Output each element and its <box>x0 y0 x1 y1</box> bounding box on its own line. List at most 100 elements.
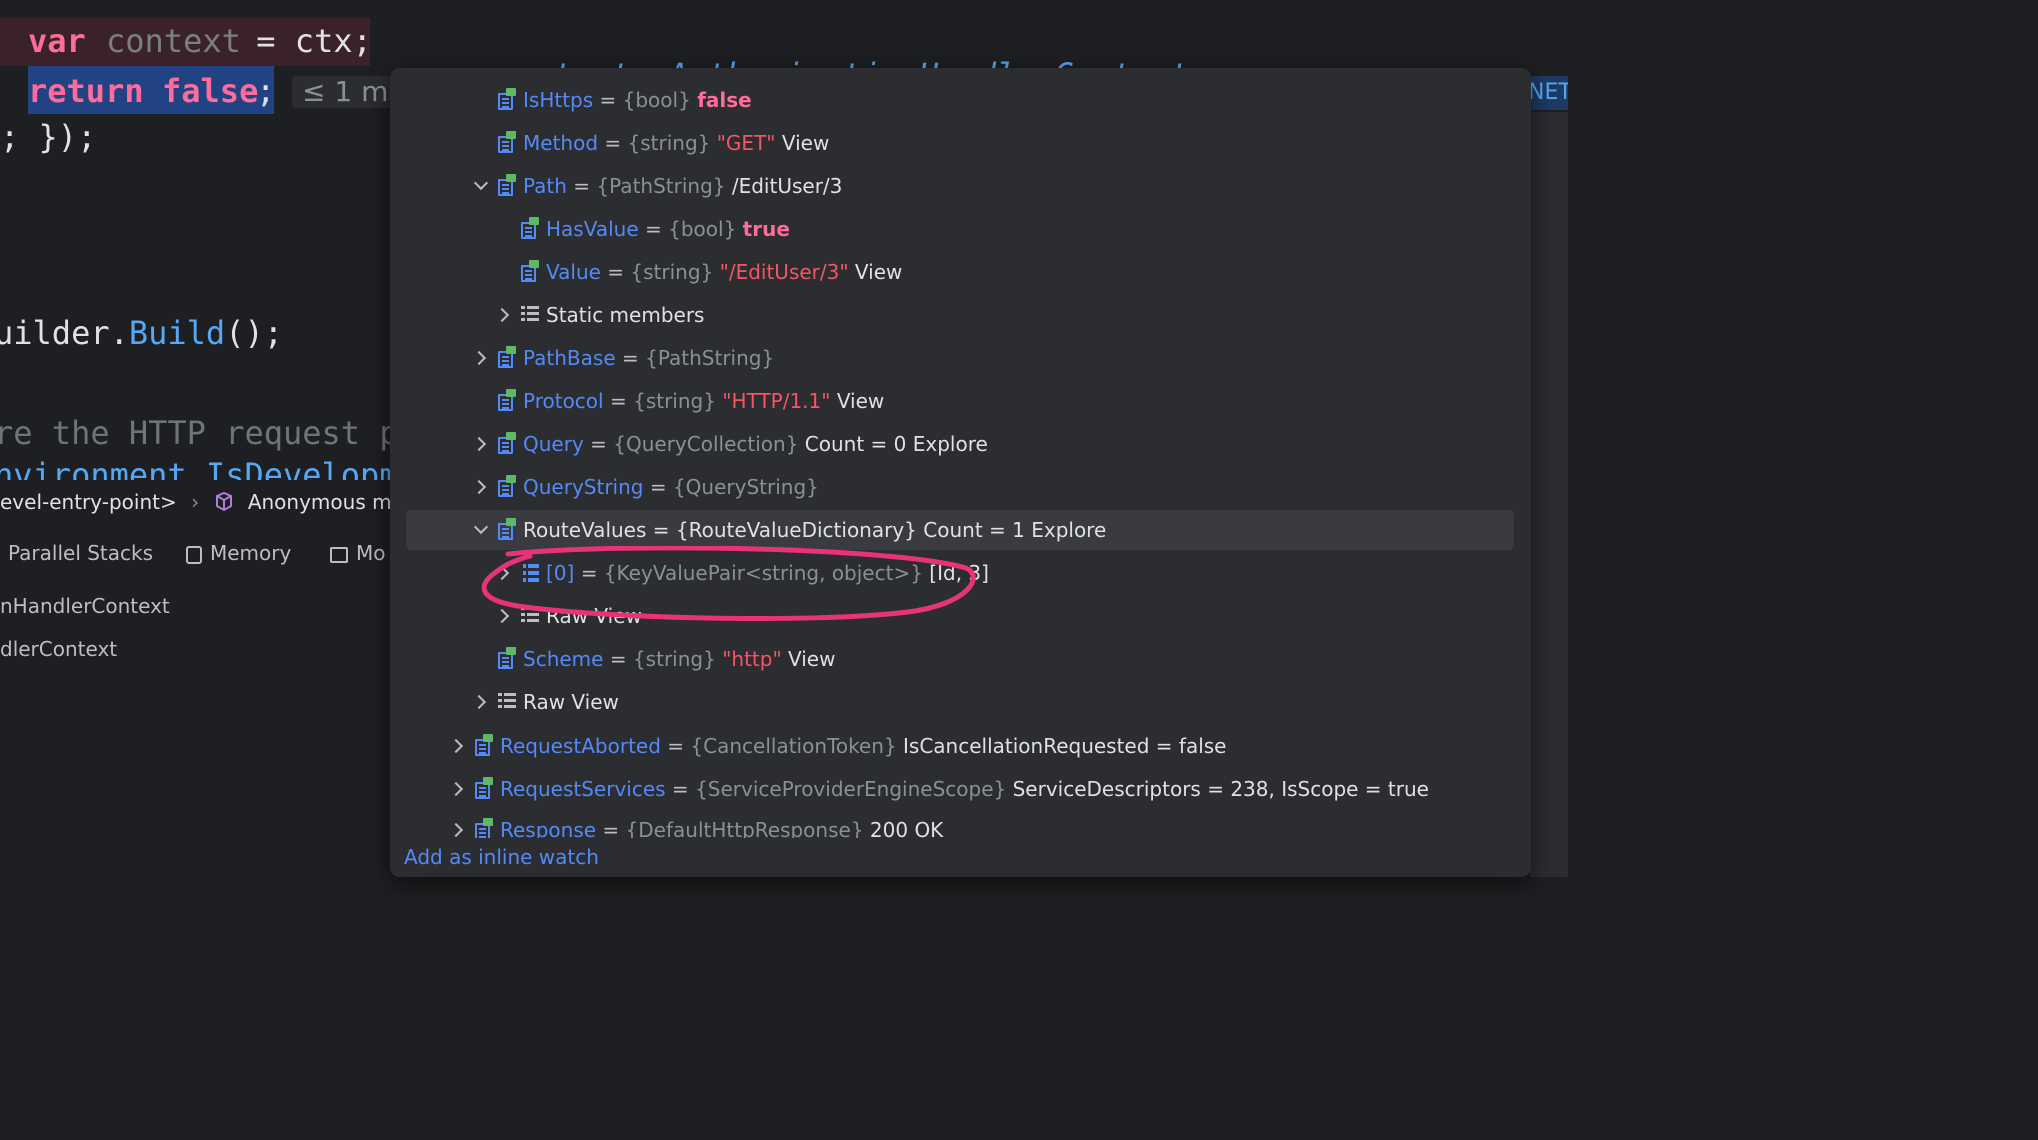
field-name: PathBase <box>523 346 616 370</box>
field-name: IsHttps <box>523 88 594 112</box>
field-icon <box>498 518 516 540</box>
field-type: {RouteValueDictionary} <box>675 518 917 542</box>
parallel-stacks-label: Parallel Stacks <box>8 541 154 565</box>
breadcrumb-separator: › <box>191 490 200 514</box>
view-link[interactable]: View <box>788 647 835 671</box>
tree-row-requestaborted[interactable]: RequestAborted = {CancellationToken} IsC… <box>390 726 1531 766</box>
chevron-right-icon[interactable] <box>470 338 490 378</box>
var-keyword: var <box>28 22 86 60</box>
tree-row-raw-view-nested[interactable]: Raw View <box>390 596 1531 636</box>
field-icon <box>498 346 516 368</box>
field-icon <box>498 475 516 497</box>
equals-sign: = <box>566 174 597 198</box>
equals-sign: = <box>598 131 628 155</box>
field-type: {string} <box>633 389 716 413</box>
parallel-stacks-tab[interactable]: Parallel Stacks <box>8 534 153 572</box>
stack-frame-2[interactable]: dlerContext <box>0 637 117 661</box>
net-badge-label: NET <box>1528 80 1568 105</box>
explore-link[interactable]: Explore <box>1031 518 1106 542</box>
code-line-6: nvironment.IsDevelopm <box>0 456 399 480</box>
collection-element-icon <box>523 564 539 582</box>
equals-sign: = <box>583 432 614 456</box>
field-value: IsCancellationRequested = false <box>903 734 1227 758</box>
node-label: Raw View <box>523 690 619 714</box>
field-icon <box>498 174 516 196</box>
tree-row-response[interactable]: Response = {DefaultHttpResponse} 200 OK <box>390 810 1531 838</box>
field-value: "GET" <box>716 131 776 155</box>
field-icon <box>475 734 493 756</box>
more-label: Mo <box>356 541 386 565</box>
builder-text: uilder. <box>0 314 129 352</box>
field-value: Count = 0 <box>804 432 907 456</box>
tree-row-raw-view[interactable]: Raw View <box>390 682 1531 722</box>
tree-row-protocol[interactable]: Protocol = {string} "HTTP/1.1" View <box>390 381 1531 421</box>
tree-row-querystring[interactable]: QueryString = {QueryString} <box>390 467 1531 507</box>
add-as-inline-watch-link[interactable]: Add as inline watch <box>404 842 599 872</box>
field-value: false <box>697 88 752 112</box>
chevron-right-icon[interactable] <box>470 467 490 507</box>
chevron-right-icon[interactable] <box>447 726 467 766</box>
element-type: {KeyValuePair<string, object>} <box>603 561 923 585</box>
tree-row-requestservices[interactable]: RequestServices = {ServiceProviderEngine… <box>390 769 1531 809</box>
tree-row-element-0[interactable]: [0] = {KeyValuePair<string, object>} [Id… <box>390 553 1531 593</box>
chevron-right-icon[interactable] <box>447 810 467 838</box>
explore-link[interactable]: Explore <box>913 432 988 456</box>
field-type: {string} <box>632 647 716 671</box>
view-link[interactable]: View <box>782 131 829 155</box>
tree-row-hasvalue[interactable]: HasValue = {bool} true <box>390 209 1531 249</box>
code-line-4: uilder.Build(); <box>0 314 283 352</box>
right-side-panel <box>1530 112 1568 877</box>
code-line-1: var context = ctx; <box>0 18 372 66</box>
field-type: {bool} <box>622 88 691 112</box>
field-type: {CancellationToken} <box>690 734 897 758</box>
node-label: Raw View <box>546 604 642 628</box>
field-type: {PathString} <box>596 174 726 198</box>
field-name: Path <box>523 174 567 198</box>
code-line-2: return false ; <box>28 66 276 114</box>
equals-sign: = <box>574 561 604 585</box>
field-value: "HTTP/1.1" <box>722 389 831 413</box>
field-name: Method <box>523 131 599 155</box>
static-members-icon <box>521 306 539 326</box>
equals-sign: = <box>638 217 669 241</box>
tree-row-scheme[interactable]: Scheme = {string} "http" View <box>390 639 1531 679</box>
field-name: Scheme <box>523 647 604 671</box>
chevron-right-icon[interactable] <box>470 682 490 722</box>
chevron-right-icon[interactable] <box>470 424 490 464</box>
tree-row-static-members[interactable]: Static members <box>390 295 1531 335</box>
debug-toolbar: Parallel Stacks Memory Mo <box>0 534 390 572</box>
tree-row-path[interactable]: Path = {PathString} /EditUser/3 <box>390 166 1531 206</box>
memory-tab[interactable]: Memory <box>186 534 291 572</box>
tree-row-routevalues[interactable]: RouteValues = {RouteValueDictionary} Cou… <box>406 510 1514 550</box>
breadcrumb: evel-entry-point> › Anonymous meth <box>0 484 390 520</box>
tree-row-ishttps[interactable]: IsHttps = {bool} false <box>390 80 1531 120</box>
more-tab[interactable]: Mo <box>330 534 386 572</box>
tree-row-pathbase[interactable]: PathBase = {PathString} <box>390 338 1531 378</box>
chevron-down-icon[interactable] <box>470 510 490 550</box>
field-value: ServiceDescriptors = 238, IsScope = true <box>1012 777 1429 801</box>
chevron-right-icon[interactable] <box>493 553 513 593</box>
node-label: Static members <box>546 303 705 327</box>
chevron-right-icon[interactable] <box>493 596 513 636</box>
tree-row-method[interactable]: Method = {string} "GET" View <box>390 123 1531 163</box>
field-icon <box>498 88 516 110</box>
field-name: RequestAborted <box>500 734 661 758</box>
field-icon <box>475 777 493 799</box>
field-type: {string} <box>630 260 714 284</box>
tree-row-query[interactable]: Query = {QueryCollection} Count = 0 Expl… <box>390 424 1531 464</box>
chevron-down-icon[interactable] <box>470 166 490 206</box>
stack-frame-1[interactable]: nHandlerContext <box>0 594 170 618</box>
debugger-datatip-popup[interactable]: IsHttps = {bool} false Method = {string}… <box>390 68 1531 877</box>
semicolon: ; <box>256 72 276 110</box>
breadcrumb-item-entry-point[interactable]: evel-entry-point> <box>0 490 177 514</box>
chevron-right-icon[interactable] <box>447 769 467 809</box>
chevron-right-icon[interactable] <box>493 295 513 335</box>
field-type: {bool} <box>668 217 737 241</box>
field-icon <box>498 131 516 153</box>
field-name: Response <box>500 818 597 838</box>
breadcrumb-item-anonymous-method[interactable]: Anonymous meth <box>248 490 390 514</box>
tree-row-value[interactable]: Value = {string} "/EditUser/3" View <box>390 252 1531 292</box>
equals-sign: = <box>643 475 673 499</box>
view-link[interactable]: View <box>855 260 902 284</box>
view-link[interactable]: View <box>837 389 884 413</box>
